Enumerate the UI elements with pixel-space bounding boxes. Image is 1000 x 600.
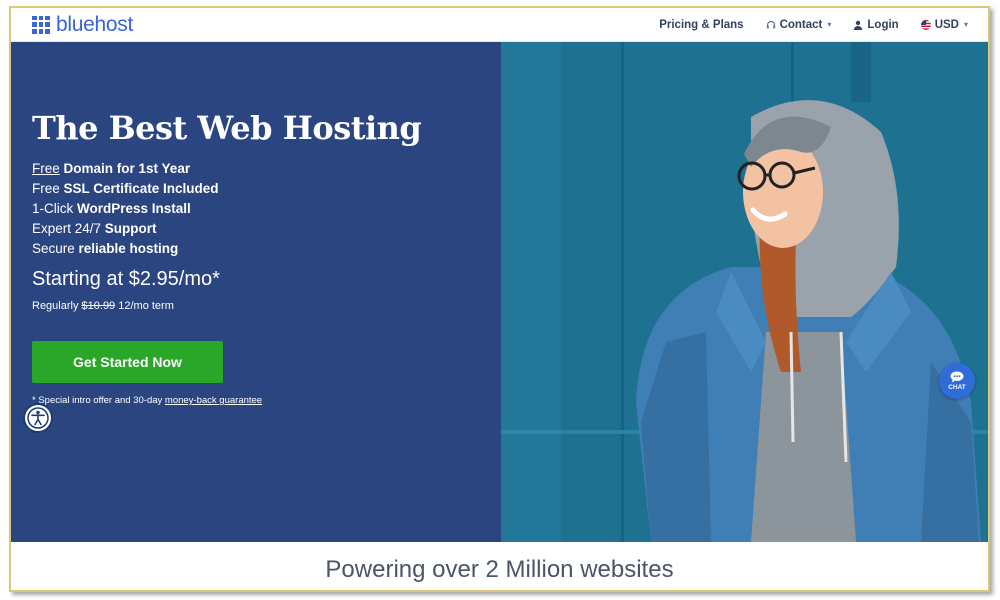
logo-grid-icon bbox=[32, 15, 50, 34]
starting-price: Starting at $2.95/mo* bbox=[32, 268, 220, 290]
currency-label: USD bbox=[934, 18, 959, 31]
browser-frame: bluehost Pricing & Plans Contact ▾ Login… bbox=[9, 6, 990, 592]
hero-panel: The Best Web Hosting Free Domain for 1st… bbox=[11, 42, 501, 542]
us-flag-icon bbox=[920, 19, 931, 30]
stats-banner: Powering over 2 Million websites bbox=[11, 542, 988, 590]
chat-label: CHAT bbox=[948, 384, 966, 391]
money-back-guarantee-link[interactable]: money-back guarantee bbox=[165, 395, 262, 406]
disclaimer: * Special intro offer and 30-day money-b… bbox=[32, 395, 262, 406]
currency-selector[interactable]: USD ▾ bbox=[920, 18, 968, 31]
chevron-down-icon: ▾ bbox=[827, 20, 832, 29]
smiling-woman-photo bbox=[501, 42, 988, 542]
feature-plain-text: 1-Click bbox=[32, 201, 78, 216]
feature-item: Expert 24/7 Support bbox=[32, 219, 219, 239]
disclaimer-text: * Special intro offer and 30-day bbox=[32, 395, 165, 406]
feature-bold-text: reliable hosting bbox=[78, 241, 179, 256]
chevron-down-icon: ▾ bbox=[963, 20, 968, 29]
site-header: bluehost Pricing & Plans Contact ▾ Login… bbox=[11, 8, 988, 42]
feature-item: Secure reliable hosting bbox=[32, 239, 219, 259]
feature-item: 1-Click WordPress Install bbox=[32, 199, 219, 219]
feature-bold-text: Support bbox=[104, 221, 157, 236]
feature-plain-text: Free bbox=[32, 181, 64, 196]
feature-bold-text: Domain for 1st Year bbox=[63, 161, 191, 176]
feature-plain-text: Expert 24/7 bbox=[32, 221, 105, 236]
top-nav: Pricing & Plans Contact ▾ Login USD ▾ bbox=[637, 19, 968, 31]
feature-bold-text: SSL Certificate Included bbox=[63, 181, 219, 196]
nav-pricing-label: Pricing & Plans bbox=[659, 18, 744, 31]
nav-login[interactable]: Login bbox=[853, 18, 899, 31]
stats-text: Powering over 2 Million websites bbox=[325, 556, 674, 583]
nav-contact[interactable]: Contact ▾ bbox=[766, 18, 832, 31]
logo-text: bluehost bbox=[56, 12, 133, 36]
chat-button[interactable]: CHAT bbox=[939, 363, 975, 399]
bluehost-logo[interactable]: bluehost bbox=[32, 13, 133, 37]
regular-suffix: 12/mo term bbox=[115, 300, 174, 312]
feature-item: Free SSL Certificate Included bbox=[32, 179, 219, 199]
feature-item: Free Domain for 1st Year bbox=[32, 159, 219, 179]
accessibility-icon bbox=[27, 407, 49, 429]
feature-plain-text: Secure bbox=[32, 241, 79, 256]
nav-contact-label: Contact bbox=[779, 18, 823, 31]
headset-icon bbox=[766, 20, 775, 28]
hero-headline: The Best Web Hosting bbox=[32, 109, 422, 147]
regular-old-price: $10.99 bbox=[81, 300, 116, 312]
user-icon bbox=[854, 20, 863, 30]
feature-bold-text: WordPress Install bbox=[77, 201, 191, 216]
chat-bubble-icon bbox=[950, 371, 964, 383]
regular-price: Regularly $10.99 12/mo term bbox=[32, 300, 174, 312]
feature-list: Free Domain for 1st Year Free SSL Certif… bbox=[32, 159, 219, 259]
hero-photo bbox=[501, 42, 988, 542]
accessibility-button[interactable] bbox=[23, 403, 53, 433]
get-started-button[interactable]: Get Started Now bbox=[32, 341, 223, 383]
nav-pricing-plans[interactable]: Pricing & Plans bbox=[659, 19, 743, 31]
nav-login-label: Login bbox=[867, 18, 899, 31]
regular-prefix: Regularly bbox=[32, 300, 82, 312]
feature-underlined-text: Free bbox=[32, 161, 60, 176]
